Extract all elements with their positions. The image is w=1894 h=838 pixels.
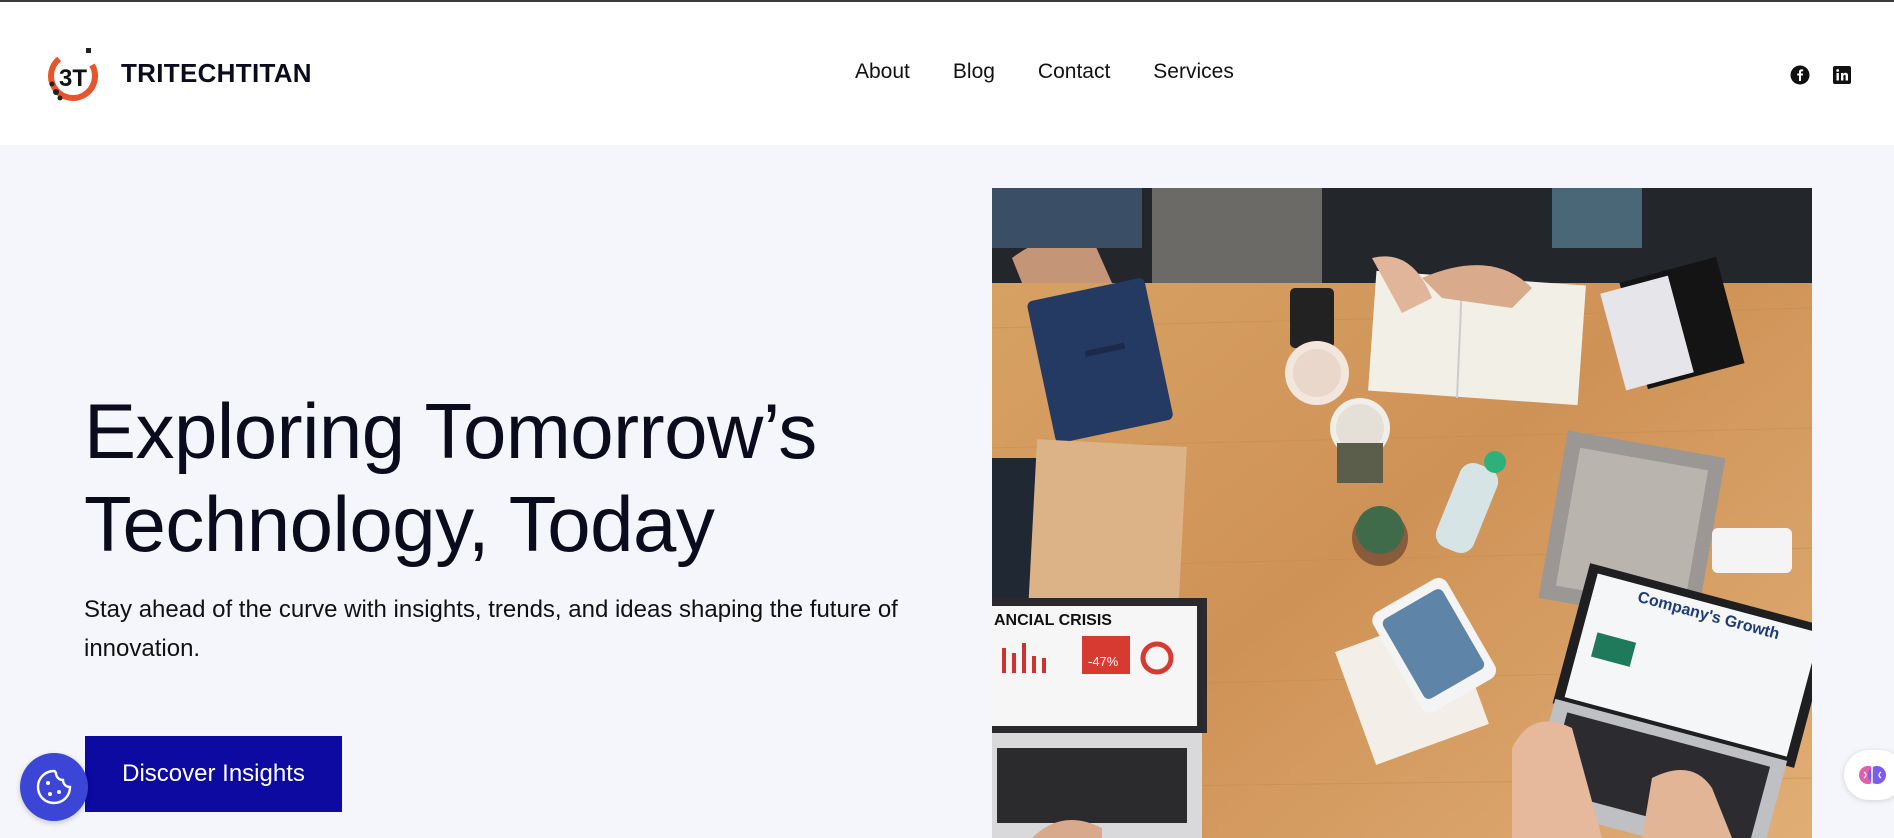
nav-item-contact[interactable]: Contact bbox=[1038, 60, 1110, 84]
hero-title: Exploring Tomorrow’s Technology, Today bbox=[84, 385, 944, 571]
ai-assistant-button[interactable] bbox=[1844, 750, 1894, 800]
cookie-icon bbox=[36, 769, 72, 805]
stock-badge: -47% bbox=[1088, 654, 1119, 669]
tritechtitan-logo-icon[interactable]: 3T bbox=[46, 46, 100, 104]
laptop-left-headline: ANCIAL CRISIS bbox=[994, 612, 1112, 629]
brain-icon bbox=[1859, 766, 1886, 784]
brand-name[interactable]: TRITECHTITAN bbox=[121, 58, 312, 89]
linkedin-icon[interactable] bbox=[1832, 65, 1852, 85]
hero-subtitle: Stay ahead of the curve with insights, t… bbox=[84, 596, 898, 662]
hero-title-line-1: Exploring Tomorrow’s bbox=[84, 387, 817, 475]
nav-item-blog[interactable]: Blog bbox=[953, 60, 995, 84]
discover-insights-button[interactable]: Discover Insights bbox=[85, 736, 342, 812]
hero-title-line-2: Technology, Today bbox=[84, 480, 715, 568]
nav-item-services[interactable]: Services bbox=[1153, 60, 1234, 84]
nav-item-about[interactable]: About bbox=[855, 60, 910, 84]
site-header: 3T TRITECHTITAN About Blog Contact Servi… bbox=[0, 2, 1894, 145]
cookie-consent-button[interactable] bbox=[20, 753, 88, 821]
hero-image: ANCIAL CRISIS -47% Company's Growth bbox=[992, 188, 1812, 838]
facebook-icon[interactable] bbox=[1790, 65, 1810, 85]
main-nav: About Blog Contact Services bbox=[855, 60, 1234, 84]
svg-text:3T: 3T bbox=[59, 65, 87, 92]
